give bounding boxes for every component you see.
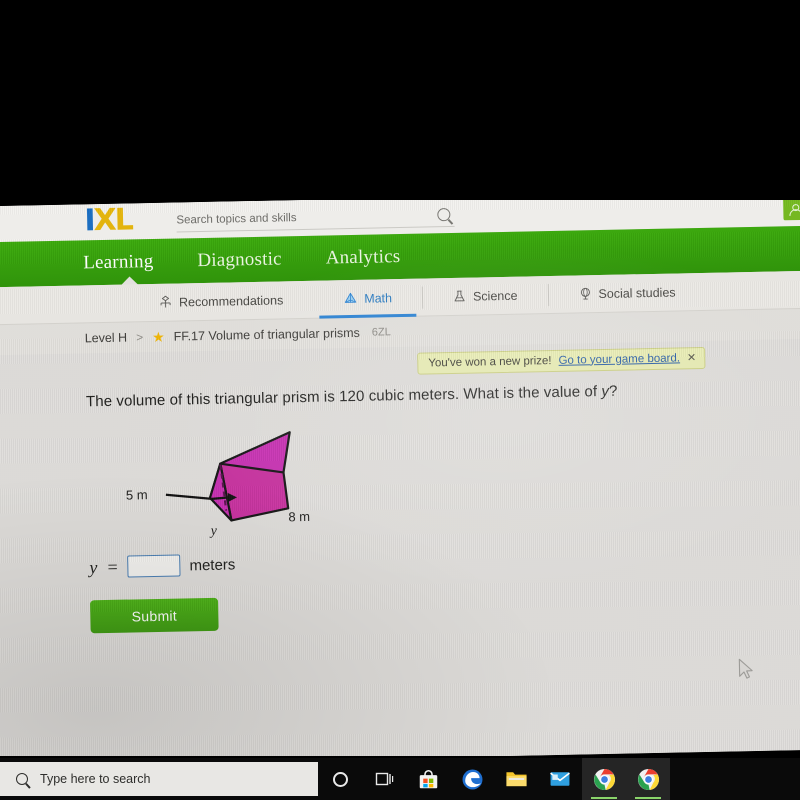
answer-units: meters	[189, 555, 236, 574]
label-y: y	[209, 524, 218, 539]
windows-taskbar: Type here to search	[0, 758, 800, 800]
question-text-after: ?	[608, 382, 618, 400]
nav-item-diagnostic[interactable]: Diagnostic	[197, 248, 282, 272]
breadcrumb-code: 6ZL	[371, 326, 391, 339]
mouse-cursor	[738, 658, 753, 679]
search-placeholder: Search topics and skills	[176, 211, 297, 227]
ixl-logo[interactable]: I XL	[84, 202, 133, 239]
question-text: The volume of this triangular prism is 1…	[86, 379, 800, 411]
microsoft-store-icon	[419, 769, 437, 788]
science-flask-icon	[454, 290, 465, 302]
taskbar-item-microsoft-store[interactable]	[406, 758, 450, 800]
prize-message: You've won a new prize!	[428, 354, 552, 369]
label-5m: 5 m	[126, 487, 148, 502]
chevron-right-icon: >	[135, 330, 144, 345]
game-board-link[interactable]: Go to your game board.	[558, 352, 680, 366]
taskbar-item-task-view[interactable]	[362, 758, 406, 800]
chrome-icon	[593, 768, 615, 790]
tab-recommendations-label: Recommendations	[178, 292, 284, 309]
tab-math-label: Math	[364, 290, 393, 306]
tab-social-studies-label: Social studies	[598, 285, 676, 301]
taskbar-item-mail[interactable]	[538, 758, 582, 800]
cortana-icon	[332, 771, 348, 787]
search-input[interactable]: Search topics and skills	[176, 202, 455, 233]
taskbar-search-placeholder: Type here to search	[40, 772, 151, 786]
prize-banner: You've won a new prize! Go to your game …	[417, 346, 706, 375]
monitor-photo: I XL Search topics and skills Learning Di…	[0, 0, 800, 800]
answer-variable: y	[89, 556, 98, 577]
logo-letters-xl: XL	[93, 202, 133, 239]
tab-science[interactable]: Science	[422, 276, 548, 317]
taskbar-item-edge[interactable]	[450, 758, 494, 800]
close-icon[interactable]: ✕	[687, 351, 696, 364]
taskbar-item-cortana[interactable]	[318, 758, 362, 800]
mail-icon	[550, 772, 570, 786]
triangular-prism-figure: 5 m y 8 m	[86, 414, 408, 540]
nav-item-analytics[interactable]: Analytics	[325, 246, 400, 269]
answer-row: y = meters	[89, 542, 800, 579]
submit-button[interactable]: Submit	[90, 597, 219, 634]
nav-item-learning[interactable]: Learning	[83, 250, 154, 273]
label-8m: 8 m	[288, 509, 310, 524]
taskbar-item-file-explorer[interactable]	[494, 758, 538, 800]
tab-social-studies[interactable]: Social studies	[547, 272, 706, 313]
task-view-icon	[375, 772, 394, 786]
taskbar-item-chrome-2[interactable]	[626, 758, 670, 800]
taskbar-item-chrome-1[interactable]	[582, 758, 626, 800]
taskbar-search-input[interactable]: Type here to search	[0, 762, 318, 796]
file-explorer-icon	[505, 772, 527, 787]
recommendations-icon	[160, 295, 171, 308]
avatar-body-icon	[789, 208, 800, 217]
search-icon	[16, 773, 28, 785]
breadcrumb-skill: FF.17 Volume of triangular prisms	[173, 325, 361, 344]
answer-equals: =	[106, 556, 119, 577]
edge-icon	[462, 769, 482, 789]
browser-page: I XL Search topics and skills Learning Di…	[0, 189, 800, 767]
answer-input[interactable]	[127, 554, 181, 578]
tab-math[interactable]: Math	[313, 278, 423, 318]
letterbox-top	[0, 0, 800, 200]
question-text-before: The volume of this triangular prism is 1…	[85, 383, 602, 411]
screen-area: I XL Search topics and skills Learning Di…	[0, 189, 800, 767]
star-icon[interactable]: ★	[152, 329, 165, 345]
taskbar-icons	[318, 758, 670, 800]
prism-svg: 5 m y 8 m	[126, 431, 310, 539]
question-area: You've won a new prize! Go to your game …	[0, 338, 800, 767]
math-prism-icon	[345, 292, 357, 303]
search-icon[interactable]	[437, 208, 451, 222]
chrome-icon	[637, 768, 659, 790]
globe-icon	[580, 287, 590, 300]
tab-science-label: Science	[472, 288, 518, 304]
tab-recommendations[interactable]: Recommendations	[128, 280, 314, 322]
breadcrumb-level[interactable]: Level H	[85, 331, 128, 346]
